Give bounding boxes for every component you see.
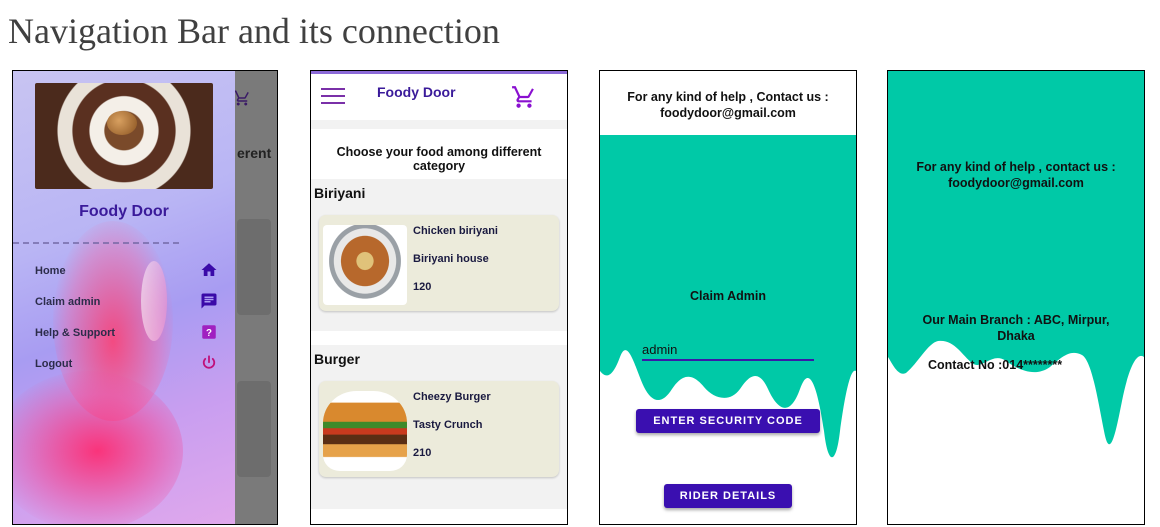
background-card: [237, 219, 271, 315]
drawer-item-help-support[interactable]: Help & Support ?: [35, 323, 216, 343]
rider-details-button[interactable]: RIDER DETAILS: [664, 484, 792, 508]
food-price: 120: [413, 281, 432, 293]
food-price: 210: [413, 447, 432, 459]
restaurant-name: Biriyani house: [413, 253, 489, 265]
food-name: Cheezy Burger: [413, 391, 491, 403]
category-title: Biriyani: [314, 185, 366, 201]
teal-drip-background: [888, 71, 1144, 445]
enter-security-code-button[interactable]: ENTER SECURITY CODE: [636, 409, 820, 433]
background-text-fragment: erent: [237, 145, 272, 161]
drawer-item-label: Claim admin: [35, 296, 101, 308]
food-card[interactable]: Cheezy Burger Tasty Crunch 210: [319, 381, 559, 477]
drawer-item-label: Help & Support: [35, 327, 116, 339]
background-card: [237, 381, 271, 477]
biriyani-image: [323, 225, 407, 305]
food-name: Chicken biriyani: [413, 225, 498, 237]
home-icon: [199, 261, 219, 279]
app-title: Foody Door: [377, 84, 456, 100]
drawer-item-label: Logout: [35, 358, 73, 370]
drawer-item-label: Home: [35, 265, 66, 277]
help-icon: ?: [199, 323, 219, 341]
drawer-item-logout[interactable]: Logout: [35, 354, 216, 374]
category-title: Burger: [314, 351, 360, 367]
admin-input[interactable]: [642, 339, 814, 361]
contact-number: Contact No :014********: [928, 358, 1063, 372]
power-icon: [199, 354, 219, 372]
home-screen: Foody Door Choose your food among differ…: [310, 70, 568, 525]
drawer-brand: Foody Door: [79, 203, 169, 220]
food-card[interactable]: Chicken biriyani Biriyani house 120: [319, 215, 559, 311]
claim-admin-title: Claim Admin: [690, 289, 766, 303]
section-gap: [311, 331, 567, 345]
restaurant-name: Tasty Crunch: [413, 419, 483, 431]
help-text: For any kind of help , contact us : food…: [916, 160, 1116, 190]
support-screen: For any kind of help , contact us : food…: [887, 70, 1145, 525]
category-section: Biriyani Chicken biriyani Biriyani house…: [311, 179, 567, 331]
decorative-blob: [13, 371, 183, 524]
branch-address: Our Main Branch : ABC, Mirpur, Dhaka: [922, 313, 1110, 343]
claim-admin-screen: For any kind of help , Contact us : food…: [599, 70, 857, 525]
section-gap: [311, 509, 567, 524]
cart-icon: [233, 89, 249, 107]
drawer-divider: [13, 242, 179, 244]
category-section: Burger Cheezy Burger Tasty Crunch 210: [311, 345, 567, 509]
category-prompt: Choose your food among different categor…: [311, 129, 567, 179]
menu-icon[interactable]: [321, 88, 345, 106]
drawer-screen: erent Foody Door Home Claim admin Help &…: [12, 70, 278, 525]
navigation-drawer: Foody Door Home Claim admin Help & Suppo…: [13, 71, 235, 524]
cart-icon[interactable]: [511, 84, 537, 116]
page-heading: Navigation Bar and its connection: [8, 11, 500, 51]
svg-text:?: ?: [206, 328, 212, 339]
help-text: For any kind of help , Contact us : food…: [627, 90, 829, 120]
app-bar: Foody Door: [311, 71, 567, 120]
burger-image: [323, 391, 407, 471]
message-icon: [199, 292, 219, 310]
dessert-image: [35, 83, 213, 189]
drawer-item-claim-admin[interactable]: Claim admin: [35, 292, 217, 312]
drawer-item-home[interactable]: Home: [35, 261, 217, 281]
